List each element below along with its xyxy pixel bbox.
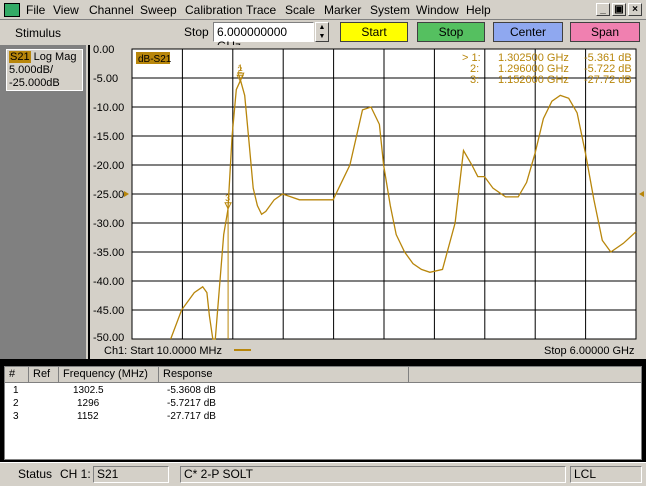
trace-reference: -25.000dB	[9, 77, 60, 89]
menu-help[interactable]: Help	[466, 3, 491, 17]
row-number: 3	[13, 411, 19, 422]
close-button[interactable]: ×	[628, 3, 642, 16]
row-response: -27.717 dB	[167, 411, 216, 422]
col-number[interactable]: #	[5, 367, 29, 383]
menu-calibration[interactable]: Calibration	[185, 3, 242, 17]
sweep-start-label: Ch1: Start 10.0000 MHz	[104, 345, 222, 357]
spin-down-icon[interactable]: ▼	[316, 32, 328, 41]
menu-channel[interactable]: Channel	[89, 3, 134, 17]
marker-number: 2	[237, 65, 242, 75]
trace-panel: S21 Log Mag 5.000dB/ -25.000dB	[0, 45, 88, 359]
span-button[interactable]: Span	[570, 22, 640, 42]
menu-sweep[interactable]: Sweep	[140, 3, 177, 17]
status-label: Status	[18, 467, 53, 481]
marker-readout-frequency: 1.152000 GHz	[498, 74, 569, 86]
sweep-stop-label: Stop 6.00000 GHz	[544, 345, 635, 357]
menu-trace[interactable]: Trace	[246, 3, 276, 17]
marker-number: 3	[225, 193, 230, 203]
marker-table: # Ref Frequency (MHz) Response 1 1302.5 …	[4, 366, 642, 460]
y-tick-label: -40.00	[93, 276, 124, 288]
menu-bar: File View Channel Sweep Calibration Trac…	[0, 0, 646, 20]
status-channel: CH 1:	[60, 467, 91, 481]
col-blank	[409, 367, 641, 383]
row-response: -5.3608 dB	[167, 385, 216, 396]
restore-icon: ▣	[614, 4, 624, 15]
center-button[interactable]: Center	[493, 22, 563, 42]
table-row[interactable]: 2 1296 -5.7217 dB	[5, 398, 641, 410]
trace-scale: 5.000dB/	[9, 64, 54, 76]
col-ref[interactable]: Ref	[29, 367, 59, 383]
table-row[interactable]: 1 1302.5 -5.3608 dB	[5, 385, 641, 397]
menu-system[interactable]: System	[370, 3, 410, 17]
y-tick-label: -30.00	[93, 218, 124, 230]
stop-field-label: Stop	[184, 25, 209, 39]
y-tick-label: -35.00	[93, 247, 124, 259]
trace-tag: S21	[9, 51, 31, 63]
chart-window: 0.00 -5.00 -10.00 -15.00 -20.00 -25.00 -30.00 -…	[90, 45, 646, 359]
menu-marker[interactable]: Marker	[324, 3, 361, 17]
col-response[interactable]: Response	[159, 367, 409, 383]
app-icon[interactable]	[4, 3, 20, 17]
menu-window[interactable]: Window	[416, 3, 459, 17]
y-tick-label: -50.00	[93, 332, 124, 344]
row-number: 1	[13, 385, 19, 396]
stop-frequency-spinner[interactable]: ▲ ▼	[315, 22, 329, 42]
restore-button[interactable]: ▣	[612, 3, 626, 16]
y-tick-label: -45.00	[93, 305, 124, 317]
stop-button[interactable]: Stop	[417, 22, 485, 42]
status-bar: Status CH 1: S21 C* 2-P SOLT LCL	[0, 462, 646, 486]
table-row[interactable]: 3 1152 -27.717 dB	[5, 411, 641, 423]
stimulus-label: Stimulus	[15, 26, 62, 40]
status-parameter: S21	[93, 466, 169, 483]
row-frequency: 1296	[77, 398, 100, 409]
spin-up-icon[interactable]: ▲	[316, 23, 328, 32]
start-button[interactable]: Start	[340, 22, 408, 42]
row-response: -5.7217 dB	[167, 398, 216, 409]
marker-table-header: # Ref Frequency (MHz) Response	[5, 367, 641, 383]
stop-frequency-input[interactable]: 6.000000000 GHz	[213, 22, 314, 53]
trace-label: dB-S21	[138, 54, 172, 65]
stimulus-toolbar: Stimulus Stop 6.000000000 GHz ▲ ▼ Start …	[0, 20, 646, 53]
y-tick-label: -25.00	[93, 189, 124, 201]
menu-scale[interactable]: Scale	[285, 3, 315, 17]
y-tick-label: 0.00	[93, 45, 114, 56]
row-frequency: 1152	[77, 411, 99, 422]
menu-file[interactable]: File	[26, 3, 45, 17]
status-calibration: C* 2-P SOLT	[180, 466, 566, 483]
trace-format: Log Mag	[33, 51, 77, 63]
reference-left-arrow-icon	[124, 191, 129, 197]
trace-info-box[interactable]: S21 Log Mag 5.000dB/ -25.000dB	[6, 49, 83, 91]
col-frequency[interactable]: Frequency (MHz)	[59, 367, 159, 383]
row-number: 2	[13, 398, 19, 409]
marker-readout-label: 3:	[470, 74, 479, 86]
minimize-button[interactable]: _	[596, 3, 610, 16]
status-mode: LCL	[570, 466, 642, 483]
row-frequency: 1302.5	[73, 385, 104, 396]
chart[interactable]: 0.00 -5.00 -10.00 -15.00 -20.00 -25.00 -30.00 -…	[90, 45, 646, 359]
menu-view[interactable]: View	[53, 3, 79, 17]
y-tick-label: -5.00	[93, 73, 118, 85]
marker-readout-value: -27.72 dB	[584, 74, 632, 86]
y-tick-label: -20.00	[93, 160, 124, 172]
y-tick-label: -10.00	[93, 102, 124, 114]
reference-right-arrow-icon	[639, 191, 644, 197]
y-tick-label: -15.00	[93, 131, 124, 143]
